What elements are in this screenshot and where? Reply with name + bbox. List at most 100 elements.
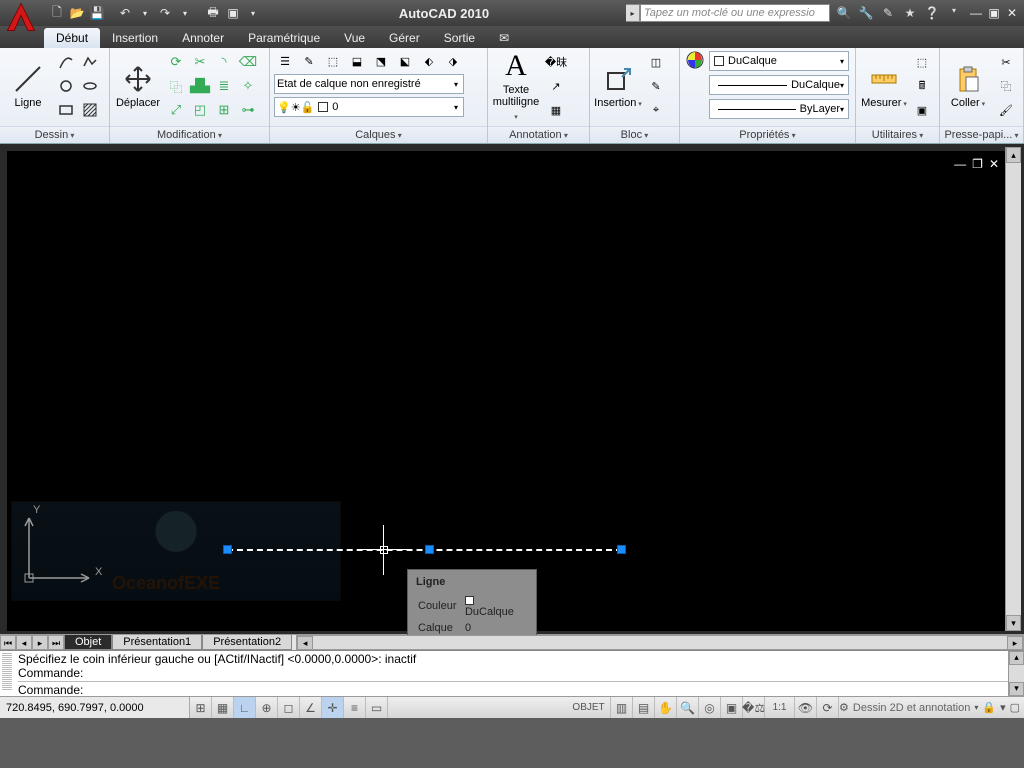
panel-title-modif[interactable]: Modification (110, 126, 269, 143)
select-icon[interactable]: ⬚ (911, 51, 933, 73)
tab-presentation2[interactable]: Présentation2 (202, 635, 292, 650)
qv-drawings-icon[interactable]: ▤ (633, 697, 655, 718)
panel-title-annot[interactable]: Annotation (488, 126, 589, 143)
texte-button[interactable]: A Textemultiligne (492, 51, 540, 123)
join-icon[interactable]: ⊶ (237, 99, 259, 121)
explode-icon[interactable]: ✧ (237, 75, 259, 97)
redo-dropdown-icon[interactable]: ▾ (176, 4, 194, 22)
panel-title-calques[interactable]: Calques (270, 126, 487, 143)
tab-sortie[interactable]: Sortie (432, 28, 487, 48)
edit-block-icon[interactable]: ✎ (645, 75, 667, 97)
pan-icon[interactable]: ✋ (655, 697, 677, 718)
match-icon[interactable]: 🖌 (995, 99, 1017, 121)
tab-debut[interactable]: Début (44, 28, 100, 48)
favorite-icon[interactable]: ★ (902, 6, 918, 20)
polar-toggle[interactable]: ⊕ (256, 697, 278, 718)
command-window[interactable]: Spécifiez le coin inférieur gauche ou [A… (0, 650, 1024, 696)
doc-close-button[interactable]: ✕ (989, 157, 999, 171)
annovis-icon[interactable]: 👁 (795, 697, 817, 718)
grip-start[interactable] (223, 545, 232, 554)
scroll-left-icon[interactable]: ◂ (297, 636, 313, 650)
ortho-toggle[interactable]: ∟ (234, 697, 256, 718)
tab-parametrique[interactable]: Paramétrique (236, 28, 332, 48)
mirror-icon[interactable]: ▟▙ (189, 75, 211, 97)
panel-title-presse[interactable]: Presse-papi... (940, 126, 1023, 143)
coordinates-display[interactable]: 720.8495, 690.7997, 0.0000 (0, 697, 190, 718)
horizontal-scrollbar[interactable]: ◂ ▸ (296, 635, 1024, 650)
layer-current-combo[interactable]: 💡 ☀ 🔓 0 ▾ (274, 97, 464, 117)
create-block-icon[interactable]: ◫ (645, 51, 667, 73)
grid-toggle[interactable]: ▦ (212, 697, 234, 718)
tab-annoter[interactable]: Annoter (170, 28, 236, 48)
minimize-button[interactable]: — (968, 6, 984, 20)
copy-clip-icon[interactable]: ⿻ (995, 75, 1017, 97)
array-icon[interactable]: ⊞ (213, 99, 235, 121)
polyline-icon[interactable] (79, 51, 101, 73)
plot-preview-icon[interactable]: ▣ (224, 4, 242, 22)
stretch-icon[interactable]: ⤢ (165, 99, 187, 121)
redo-icon[interactable]: ↷ (156, 4, 174, 22)
layer-tool8-icon[interactable]: ⬗ (442, 51, 464, 71)
layer-tool4-icon[interactable]: ⬓ (346, 51, 368, 71)
tab-vue[interactable]: Vue (332, 28, 377, 48)
panel-title-prop[interactable]: Propriétés (680, 126, 855, 143)
hatch-icon[interactable] (79, 99, 101, 121)
color-wheel-icon[interactable] (684, 51, 706, 123)
tab-insertion[interactable]: Insertion (100, 28, 170, 48)
ligne-button[interactable]: Ligne (4, 51, 52, 123)
dyn-toggle[interactable]: ✛ (322, 697, 344, 718)
search-history-icon[interactable]: ▸ (626, 4, 640, 22)
linetype-combo[interactable]: ByLayer▾ (709, 99, 849, 119)
statusbar-menu-icon[interactable]: ▾ (1000, 701, 1006, 714)
layer-tool5-icon[interactable]: ⬔ (370, 51, 392, 71)
tab-last-icon[interactable]: ⏭ (48, 635, 64, 650)
tab-presentation1[interactable]: Présentation1 (112, 635, 202, 650)
tab-gerer[interactable]: Gérer (377, 28, 432, 48)
deplacer-button[interactable]: Déplacer (114, 51, 162, 123)
layer-tool3-icon[interactable]: ⬚ (322, 51, 344, 71)
insertion-button[interactable]: Insertion (594, 51, 642, 123)
snap-toggle[interactable]: ⊞ (190, 697, 212, 718)
drawing-canvas[interactable]: — ❐ ✕ OceanofEXE Ligne CouleurDuCalque C… (7, 151, 1005, 631)
selectall-icon[interactable]: ▣ (911, 99, 933, 121)
panel-title-util[interactable]: Utilitaires (856, 126, 939, 143)
layer-props-icon[interactable]: ☰ (274, 51, 296, 71)
scroll-down-icon[interactable]: ▾ (1006, 615, 1021, 631)
comm-icon[interactable]: ✎ (880, 6, 896, 20)
arc-icon[interactable] (55, 51, 77, 73)
workspace-dropdown-icon[interactable]: ▾ (974, 703, 978, 712)
workspace-gear-icon[interactable]: ⚙ (839, 701, 849, 714)
quickcalc-icon[interactable]: 🖩 (911, 75, 933, 97)
help-icon[interactable]: ❔ (924, 6, 940, 20)
scale-icon[interactable]: ◰ (189, 99, 211, 121)
layer-tool7-icon[interactable]: ⬖ (418, 51, 440, 71)
cut-icon[interactable]: ✂ (995, 51, 1017, 73)
lwt-toggle[interactable]: ≡ (344, 697, 366, 718)
tab-next-icon[interactable]: ▸ (32, 635, 48, 650)
tab-objet[interactable]: Objet (64, 635, 112, 650)
tab-first-icon[interactable]: ⏮ (0, 635, 16, 650)
erase-icon[interactable]: ⌫ (237, 51, 259, 73)
qat-dropdown-icon[interactable]: ▾ (244, 4, 262, 22)
cleanscreen-icon[interactable]: ▢ (1010, 701, 1020, 714)
workspace-name[interactable]: Dessin 2D et annotation (853, 702, 970, 714)
offset-icon[interactable]: ≣ (213, 75, 235, 97)
showmotion-icon[interactable]: ▣ (721, 697, 743, 718)
panel-title-bloc[interactable]: Bloc (590, 126, 679, 143)
circle-icon[interactable] (55, 75, 77, 97)
doc-restore-button[interactable]: ❐ (972, 157, 983, 171)
scale-value[interactable]: 1:1 (765, 697, 795, 718)
osnap-toggle[interactable]: ◻ (278, 697, 300, 718)
model-toggle[interactable]: OBJET (567, 697, 611, 718)
annoscale-icon[interactable]: �⚖ (743, 697, 765, 718)
otrack-toggle[interactable]: ∠ (300, 697, 322, 718)
ellipse-icon[interactable] (79, 75, 101, 97)
open-icon[interactable]: 📂 (68, 4, 86, 22)
toolbar-lock-icon[interactable]: 🔒 (982, 701, 996, 714)
rotate-icon[interactable]: ⟳ (165, 51, 187, 73)
zoom-icon[interactable]: 🔍 (677, 697, 699, 718)
layer-state-combo[interactable]: Etat de calque non enregistré ▾ (274, 74, 464, 94)
leader-icon[interactable]: ↗ (543, 75, 569, 97)
maximize-button[interactable]: ▣ (986, 6, 1002, 20)
mesurer-button[interactable]: Mesurer (860, 51, 908, 123)
